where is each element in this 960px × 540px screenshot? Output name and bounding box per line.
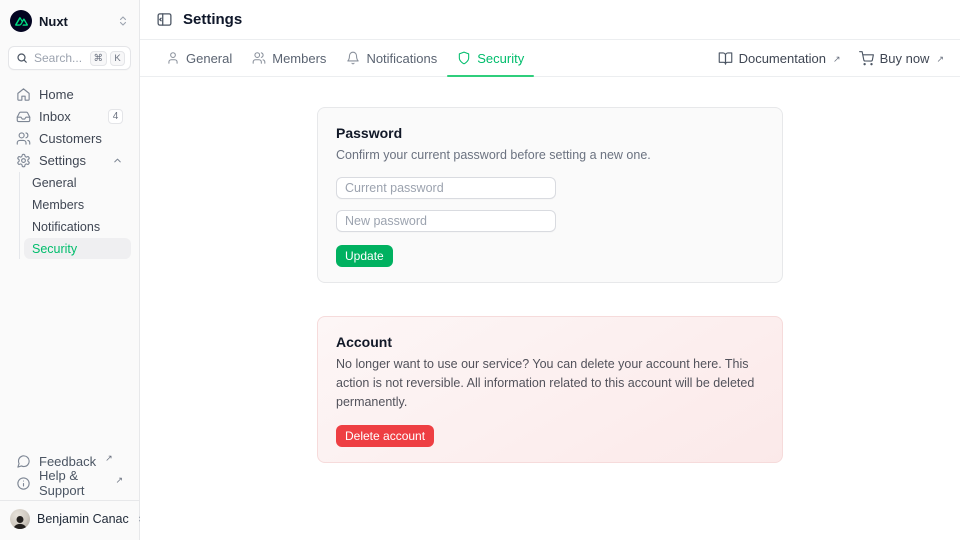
external-link-icon: ↗: [105, 453, 113, 464]
info-circle-icon: [16, 476, 31, 491]
shopping-cart-icon: [859, 51, 874, 66]
documentation-label: Documentation: [739, 51, 826, 66]
sidebar-item-inbox[interactable]: Inbox 4: [8, 105, 131, 127]
tab-label: Security: [477, 51, 524, 66]
nuxt-logo-icon: [10, 10, 32, 32]
user-icon: [166, 51, 180, 65]
settings-sub-list: General Members Notifications Security: [19, 172, 131, 259]
settings-container: Password Confirm your current password b…: [317, 107, 783, 463]
sidebar-item-settings-general[interactable]: General: [24, 172, 131, 193]
external-link-icon: ↗: [115, 475, 123, 486]
buy-now-link[interactable]: Buy now ↗: [859, 51, 944, 66]
kbd-meta: ⌘: [90, 51, 108, 66]
titlebar: Settings: [140, 0, 960, 40]
sidebar-item-settings-notifications[interactable]: Notifications: [24, 216, 131, 237]
account-card: Account No longer want to use our servic…: [317, 316, 783, 463]
collapse-sidebar-icon[interactable]: [156, 11, 173, 28]
password-card-title: Password: [336, 125, 764, 141]
new-password-field-wrap: [336, 210, 764, 232]
user-name: Benjamin Canac: [37, 512, 129, 526]
tab-notifications[interactable]: Notifications: [336, 40, 447, 76]
home-icon: [16, 87, 31, 102]
account-card-description: No longer want to use our service? You c…: [336, 355, 764, 412]
tab-label: Notifications: [366, 51, 437, 66]
sidebar-item-label: Customers: [39, 131, 102, 146]
chevrons-up-down-icon: [117, 15, 129, 27]
sidebar-item-label: Settings: [39, 153, 86, 168]
sidebar-item-label: Home: [39, 87, 74, 102]
feedback-label: Feedback: [39, 454, 96, 469]
external-link-icon: ↗: [833, 54, 841, 65]
user-menu[interactable]: Benjamin Canac: [8, 506, 131, 532]
current-password-field-wrap: [336, 177, 764, 199]
app-window: Nuxt Search... ⌘ K Home: [0, 0, 960, 540]
workspace-name: Nuxt: [39, 14, 68, 29]
tab-label: Members: [272, 51, 326, 66]
tab-security[interactable]: Security: [447, 40, 534, 76]
sidebar-item-home[interactable]: Home: [8, 83, 131, 105]
header-actions: Documentation ↗ Buy now ↗: [718, 40, 944, 76]
kbd-k: K: [110, 51, 125, 66]
settings-content: Password Confirm your current password b…: [140, 78, 960, 540]
sidebar-spacer: [8, 260, 131, 450]
delete-account-button[interactable]: Delete account: [336, 425, 434, 447]
settings-tabbar: General Members Notifications Security: [140, 40, 960, 77]
sidebar-item-label: Members: [32, 198, 84, 212]
search-placeholder: Search...: [34, 51, 84, 65]
sidebar-item-label: Inbox: [39, 109, 71, 124]
chevron-up-icon: [112, 155, 123, 166]
update-password-button[interactable]: Update: [336, 245, 393, 267]
external-link-icon: ↗: [936, 54, 944, 65]
new-password-field[interactable]: [336, 210, 556, 232]
password-card-description: Confirm your current password before set…: [336, 146, 764, 165]
avatar: [10, 509, 30, 529]
sidebar-item-settings-members[interactable]: Members: [24, 194, 131, 215]
tab-label: General: [186, 51, 232, 66]
inbox-count-badge: 4: [108, 109, 123, 124]
sidebar-item-label: Notifications: [32, 220, 100, 234]
help-support-label: Help & Support: [39, 468, 106, 498]
page-title: Settings: [183, 11, 242, 28]
sidebar-divider: [0, 500, 139, 501]
book-icon: [718, 51, 733, 66]
tab-members[interactable]: Members: [242, 40, 336, 76]
bell-icon: [346, 51, 360, 65]
main-panel: Settings General Members Notifications: [140, 0, 960, 540]
help-support-link[interactable]: Help & Support ↗: [8, 472, 131, 494]
sidebar-item-settings-security[interactable]: Security: [24, 238, 131, 259]
shield-icon: [457, 51, 471, 65]
gear-icon: [16, 153, 31, 168]
tab-general[interactable]: General: [156, 40, 242, 76]
current-password-field[interactable]: [336, 177, 556, 199]
password-card: Password Confirm your current password b…: [317, 107, 783, 283]
account-card-title: Account: [336, 334, 764, 350]
buy-now-label: Buy now: [880, 51, 930, 66]
sidebar-item-label: General: [32, 176, 76, 190]
workspace-switcher[interactable]: Nuxt: [8, 8, 131, 34]
sidebar-footer: Feedback ↗ Help & Support ↗: [8, 450, 131, 494]
users-icon: [16, 131, 31, 146]
sidebar-item-customers[interactable]: Customers: [8, 127, 131, 149]
search-icon: [16, 52, 28, 64]
inbox-icon: [16, 109, 31, 124]
sidebar-item-label: Security: [32, 242, 77, 256]
sidebar: Nuxt Search... ⌘ K Home: [0, 0, 140, 540]
documentation-link[interactable]: Documentation ↗: [718, 51, 841, 66]
search-kbd-group: ⌘ K: [90, 51, 126, 66]
sidebar-nav: Home Inbox 4 Customers Settings: [8, 83, 131, 260]
search-input[interactable]: Search... ⌘ K: [8, 46, 131, 70]
speech-bubble-icon: [16, 454, 31, 469]
users-icon: [252, 51, 266, 65]
sidebar-item-settings[interactable]: Settings: [8, 149, 131, 171]
